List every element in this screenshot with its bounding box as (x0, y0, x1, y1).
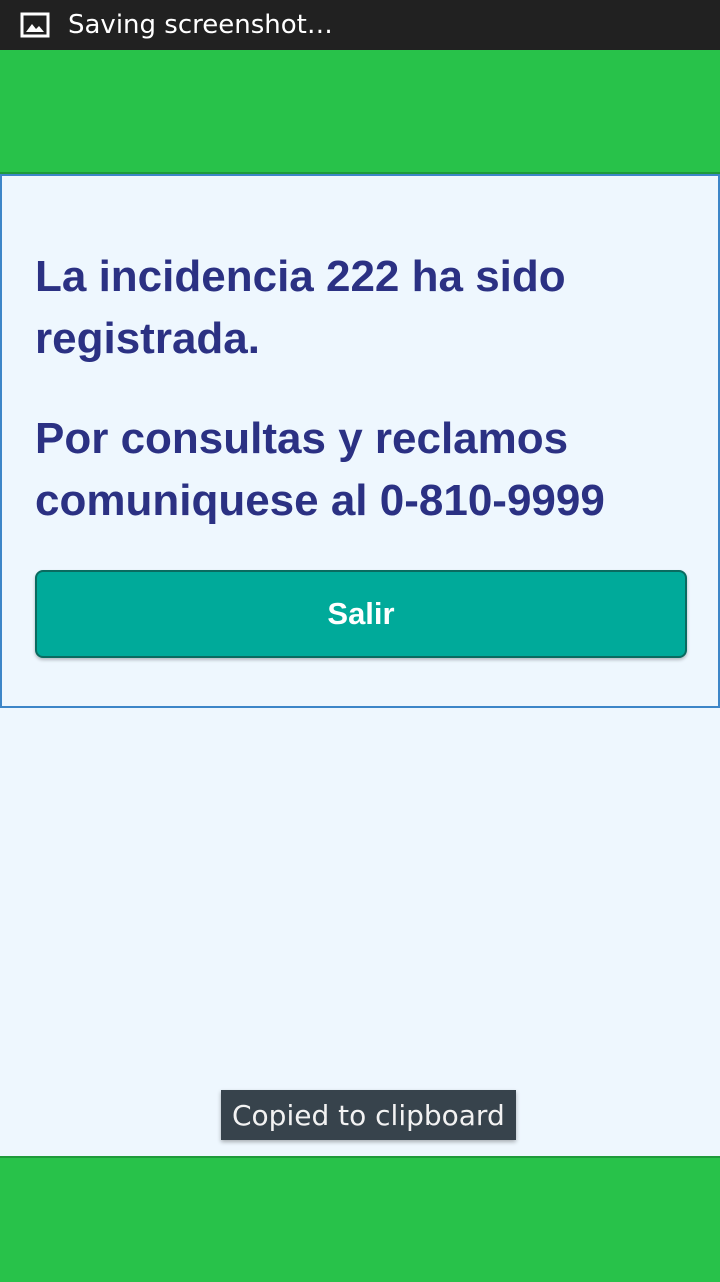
image-icon (19, 11, 51, 39)
contact-message: Por consultas y reclamos comuniquese al … (35, 414, 605, 525)
registered-message: La incidencia 222 ha sido registrada. (35, 252, 566, 363)
exit-button[interactable]: Salir (35, 570, 687, 658)
status-notification-text: Saving screenshot… (68, 10, 333, 40)
status-bar: Saving screenshot… (0, 0, 720, 50)
header-bar (0, 50, 720, 174)
toast-message: Copied to clipboard (221, 1090, 516, 1140)
confirmation-card: La incidencia 222 ha sido registrada. Po… (0, 174, 720, 708)
footer-bar (0, 1156, 720, 1282)
